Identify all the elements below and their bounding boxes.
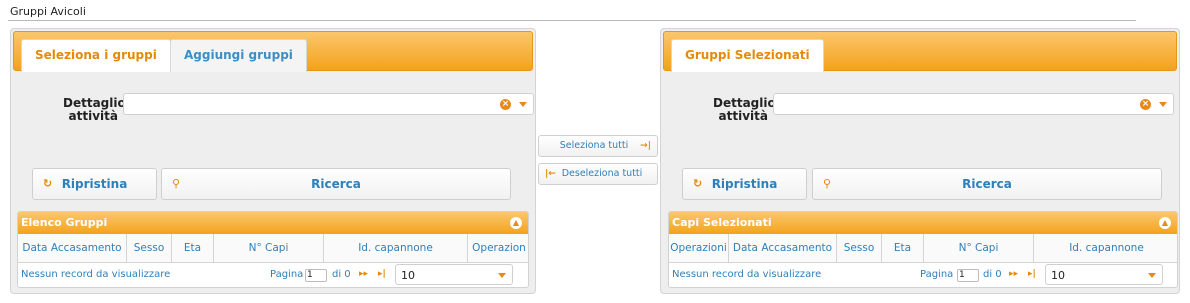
grid-title: Elenco Gruppi [21,216,108,229]
left-tabbar: Seleziona i gruppi Aggiungi gruppi [13,31,533,72]
grid-column-headers: Operazioni Data Accasamento Sesso Eta N°… [669,234,1177,263]
page-label: Pagina [270,269,304,280]
page-size-select[interactable]: 10 [395,264,513,285]
filter-label-line2: attività [718,109,768,123]
reset-button[interactable]: ↻ Ripristina [32,168,157,200]
col-header-operazioni[interactable]: Operazion [468,234,528,263]
page-number-input[interactable]: 1 [957,269,979,282]
col-header-operazioni[interactable]: Operazioni [669,234,729,263]
empty-message: Nessun record da visualizzare [672,269,822,280]
page-count: di 0 [332,269,351,280]
filter-label: Dettaglio attività [713,97,776,123]
col-header-eta[interactable]: Eta [882,234,924,263]
grid-title: Capi Selezionati [672,216,772,229]
last-page-icon[interactable]: ▸| [1028,269,1036,279]
refresh-icon: ↻ [693,177,703,190]
page-count: di 0 [983,269,1002,280]
page-size-select[interactable]: 10 [1045,264,1163,285]
page-size-value: 10 [401,269,415,282]
col-header-id-capannone[interactable]: Id. capannone [1034,234,1177,263]
grid-header: Capi Selezionati ▲ [669,212,1177,234]
tab-gruppi-selezionati[interactable]: Gruppi Selezionati [671,39,824,72]
search-icon: ⚲ [172,177,181,190]
search-button-label: Ricerca [311,177,361,191]
page-size-value: 10 [1051,269,1065,282]
search-button[interactable]: ⚲ Ricerca [161,168,511,200]
search-button[interactable]: ⚲ Ricerca [812,168,1162,200]
clear-icon[interactable]: × [500,99,511,110]
col-header-id-capannone[interactable]: Id. capannone [324,234,468,263]
search-button-label: Ricerca [962,177,1012,191]
filter-label: Dettaglio attività [63,97,126,123]
col-header-data-accasamento[interactable]: Data Accasamento [18,234,127,263]
reset-button[interactable]: ↻ Ripristina [682,168,807,200]
tab-aggiungi-gruppi[interactable]: Aggiungi gruppi [170,39,307,72]
title-divider [8,20,1136,21]
deselect-all-label: Deseleziona tutti [561,168,643,179]
next-page-icon[interactable]: ▸▸ [1009,269,1018,279]
arrow-right-bar-icon: →| [640,141,651,151]
filter-label-line2: attività [68,109,118,123]
page-title: Gruppi Avicoli [10,5,86,18]
reset-button-label: Ripristina [711,177,778,191]
col-header-sesso[interactable]: Sesso [127,234,172,263]
right-grid: Capi Selezionati ▲ Operazioni Data Accas… [668,211,1178,288]
reset-button-label: Ripristina [61,177,128,191]
grid-header: Elenco Gruppi ▲ [18,212,528,234]
clear-icon[interactable]: × [1140,99,1151,110]
page-number-input[interactable]: 1 [305,269,327,282]
col-header-data-accasamento[interactable]: Data Accasamento [729,234,837,263]
chevron-down-icon [1148,273,1156,278]
refresh-icon: ↻ [43,177,53,190]
chevron-up-icon[interactable]: ▲ [510,217,522,229]
select-all-button[interactable]: Seleziona tutti →| [538,135,658,157]
tab-seleziona-gruppi[interactable]: Seleziona i gruppi [21,39,171,72]
chevron-down-icon[interactable] [519,102,527,107]
col-header-n-capi[interactable]: N° Capi [214,234,324,263]
chevron-down-icon [498,273,506,278]
dettaglio-attivita-combo[interactable]: × [123,93,534,115]
deselect-all-button[interactable]: |← Deseleziona tutti [538,163,658,185]
pager: Pagina 1 di 0 ▸▸ ▸| [270,267,400,287]
empty-message: Nessun record da visualizzare [21,269,171,280]
chevron-up-icon[interactable]: ▲ [1159,217,1171,229]
next-page-icon[interactable]: ▸▸ [359,269,368,279]
col-header-n-capi[interactable]: N° Capi [924,234,1034,263]
grid-column-headers: Data Accasamento Sesso Eta N° Capi Id. c… [18,234,528,263]
last-page-icon[interactable]: ▸| [378,269,386,279]
col-header-eta[interactable]: Eta [172,234,214,263]
pager: Pagina 1 di 0 ▸▸ ▸| [920,267,1050,287]
col-header-sesso[interactable]: Sesso [837,234,882,263]
search-icon: ⚲ [823,177,832,190]
dettaglio-attivita-combo[interactable]: × [773,93,1174,115]
chevron-down-icon[interactable] [1159,102,1167,107]
left-grid: Elenco Gruppi ▲ Data Accasamento Sesso E… [17,211,529,288]
page-label: Pagina [920,269,954,280]
right-tabbar: Gruppi Selezionati [663,31,1177,72]
